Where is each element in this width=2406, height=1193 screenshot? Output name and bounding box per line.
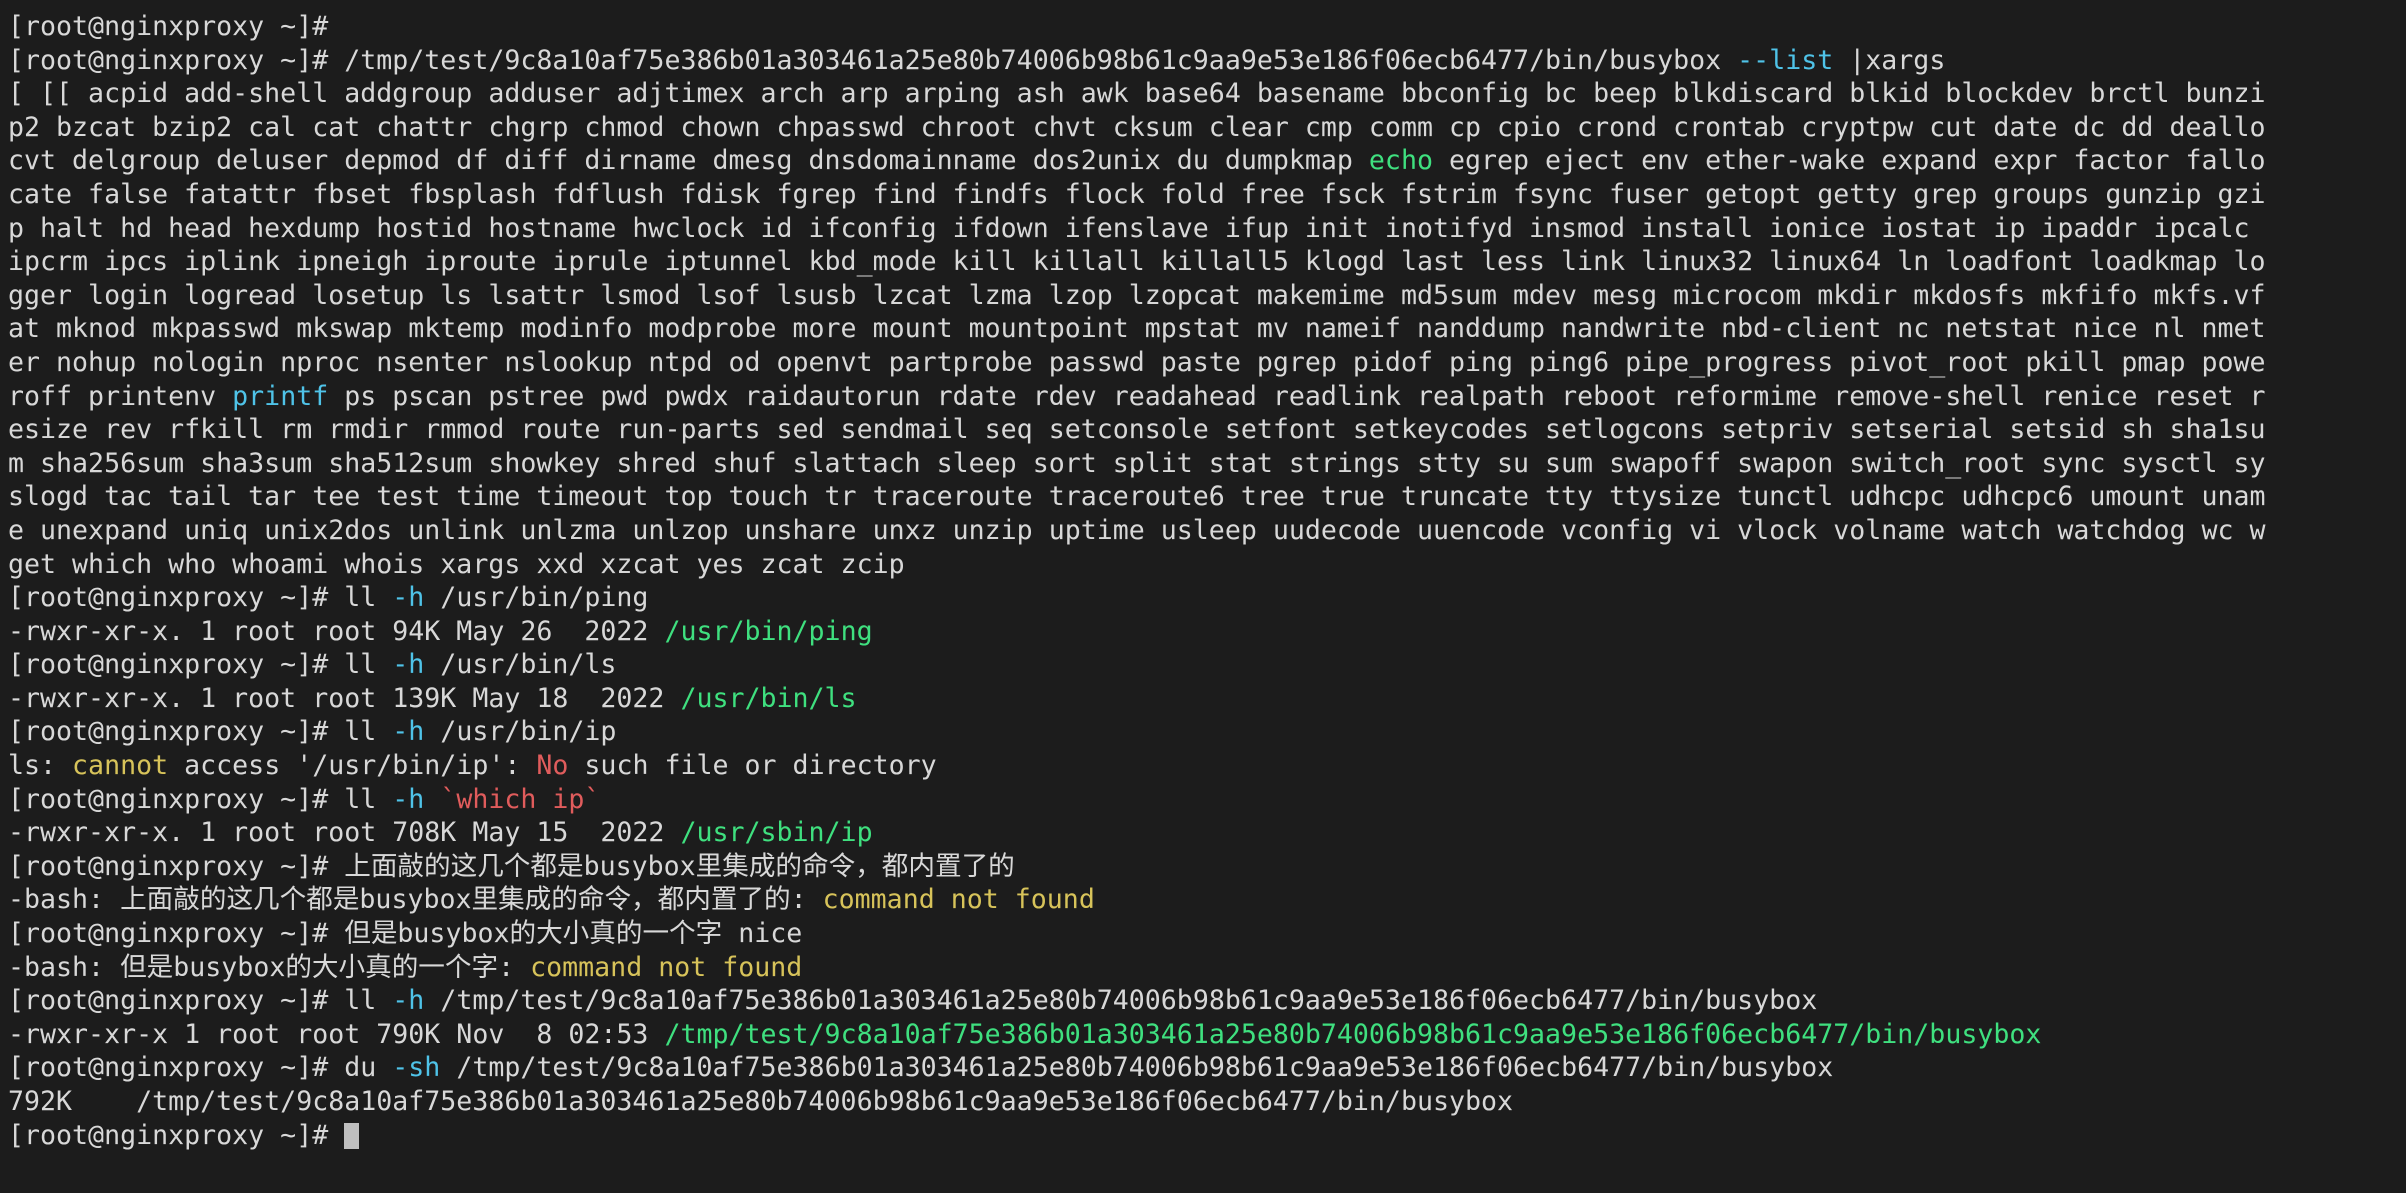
- line-23-ll-ip-error-seg-3: No: [536, 750, 569, 782]
- line-12-applets-j-seg-1: printf: [232, 380, 329, 412]
- line-30-ll-busybox-cmd-seg-0: [root@nginxproxy ~]# ll: [8, 985, 393, 1017]
- line-08-applets-f-seg-0: ipcrm ipcs iplink ipneigh iproute iprule…: [8, 246, 2266, 278]
- line-25-which-ip-out-seg-1: /usr/sbin/ip: [680, 817, 873, 849]
- line-05-applets-c-seg-2: egrep eject env ether-wake expand expr f…: [1432, 145, 2266, 177]
- line-32-du-busybox-cmd-seg-1: -sh: [392, 1052, 441, 1084]
- line-19-ll-ping-out-seg-1: /usr/bin/ping: [664, 615, 873, 647]
- line-18-ll-ping-cmd-seg-0: [root@nginxproxy ~]# ll: [8, 582, 393, 614]
- terminal-screen[interactable]: [root@nginxproxy ~]# [root@nginxproxy ~]…: [0, 0, 2406, 1193]
- line-18-ll-ping-cmd-seg-2: /usr/bin/ping: [424, 582, 649, 614]
- line-05-applets-c-seg-0: cvt delgroup deluser depmod df diff dirn…: [8, 145, 1369, 177]
- line-06-applets-d-seg-0: cate false fatattr fbset fbsplash fdflus…: [8, 178, 2266, 210]
- line-29-cn-note-2-err-seg-1: command not found: [530, 951, 803, 983]
- line-21-ll-ls-out-seg-1: /usr/bin/ls: [680, 682, 857, 714]
- line-24-ll-which-ip-cmd-seg-3: `which ip`: [440, 783, 601, 815]
- line-10-applets-h-seg-0: at mknod mkpasswd mkswap mktemp modinfo …: [8, 313, 2266, 345]
- line-02-busybox-list-cmd-seg-0: [root@nginxproxy ~]# /tmp/test/9c8a10af7…: [8, 44, 1738, 76]
- line-23-ll-ip-error: ls: cannot access '/usr/bin/ip': No such…: [8, 749, 2406, 783]
- line-06-applets-d: cate false fatattr fbset fbsplash fdflus…: [8, 178, 2406, 212]
- line-31-ll-busybox-out-seg-1: /tmp/test/9c8a10af75e386b01a303461a25e80…: [664, 1018, 2042, 1050]
- line-25-which-ip-out-seg-0: -rwxr-xr-x. 1 root root 708K May 15 2022: [8, 817, 681, 849]
- line-23-ll-ip-error-seg-1: cannot: [72, 750, 169, 782]
- line-24-ll-which-ip-cmd-seg-0: [root@nginxproxy ~]# ll: [8, 783, 393, 815]
- line-15-applets-m: slogd tac tail tar tee test time timeout…: [8, 480, 2406, 514]
- line-18-ll-ping-cmd-seg-1: -h: [392, 582, 425, 614]
- line-19-ll-ping-out-seg-0: -rwxr-xr-x. 1 root root 94K May 26 2022: [8, 615, 665, 647]
- line-12-applets-j-seg-0: roff printenv: [8, 380, 233, 412]
- line-27-cn-note-1-err-seg-0: -bash: 上面敲的这几个都是busybox里集成的命令，都内置了的:: [8, 884, 823, 916]
- line-13-applets-k: esize rev rfkill rm rmdir rmmod route ru…: [8, 413, 2406, 447]
- line-30-ll-busybox-cmd-seg-2: /tmp/test/9c8a10af75e386b01a303461a25e80…: [424, 985, 1818, 1017]
- line-23-ll-ip-error-seg-2: access '/usr/bin/ip':: [168, 750, 537, 782]
- line-09-applets-g-seg-0: gger login logread losetup ls lsattr lsm…: [8, 279, 2266, 311]
- line-29-cn-note-2-err: -bash: 但是busybox的大小真的一个字: command not fo…: [8, 951, 2406, 985]
- line-27-cn-note-1-err-seg-1: command not found: [822, 884, 1095, 916]
- line-02-busybox-list-cmd-seg-2: |xargs: [1833, 44, 1946, 76]
- line-17-applets-o: get which who whoami whois xargs xxd xzc…: [8, 548, 2406, 582]
- line-02-busybox-list-cmd-seg-1: --list: [1737, 44, 1834, 76]
- line-33-du-busybox-out: 792K /tmp/test/9c8a10af75e386b01a303461a…: [8, 1085, 2406, 1119]
- line-07-applets-e: p halt hd head hexdump hostid hostname h…: [8, 212, 2406, 246]
- line-30-ll-busybox-cmd: [root@nginxproxy ~]# ll -h /tmp/test/9c8…: [8, 984, 2406, 1018]
- line-09-applets-g: gger login logread losetup ls lsattr lsm…: [8, 279, 2406, 313]
- line-27-cn-note-1-err: -bash: 上面敲的这几个都是busybox里集成的命令，都内置了的: com…: [8, 883, 2406, 917]
- line-24-ll-which-ip-cmd-seg-1: -h: [392, 783, 425, 815]
- line-23-ll-ip-error-seg-4: such file or directory: [568, 750, 937, 782]
- line-26-cn-note-1-cmd: [root@nginxproxy ~]# 上面敲的这几个都是busybox里集成…: [8, 850, 2406, 884]
- line-19-ll-ping-out: -rwxr-xr-x. 1 root root 94K May 26 2022 …: [8, 615, 2406, 649]
- line-17-applets-o-seg-0: get which who whoami whois xargs xxd xzc…: [8, 548, 905, 580]
- line-20-ll-ls-cmd-seg-1: -h: [392, 649, 425, 681]
- line-22-ll-ip-cmd-seg-2: /usr/bin/ip: [424, 716, 617, 748]
- line-12-applets-j-seg-2: ps pscan pstree pwd pwdx raidautorun rda…: [328, 380, 2266, 412]
- line-03-applets-a: [ [[ acpid add-shell addgroup adduser ad…: [8, 77, 2406, 111]
- line-26-cn-note-1-cmd-seg-0: [root@nginxproxy ~]# 上面敲的这几个都是busybox里集成…: [8, 850, 1015, 882]
- line-10-applets-h: at mknod mkpasswd mkswap mktemp modinfo …: [8, 312, 2406, 346]
- line-33-du-busybox-out-seg-0: 792K /tmp/test/9c8a10af75e386b01a303461a…: [8, 1086, 1514, 1117]
- line-24-ll-which-ip-cmd-seg-2: [424, 784, 440, 815]
- line-22-ll-ip-cmd-seg-1: -h: [392, 716, 425, 748]
- line-04-applets-b-seg-0: p2 bzcat bzip2 cal cat chattr chgrp chmo…: [8, 111, 2266, 143]
- line-07-applets-e-seg-0: p halt hd head hexdump hostid hostname h…: [8, 212, 2250, 244]
- line-05-applets-c: cvt delgroup deluser depmod df diff dirn…: [8, 144, 2406, 178]
- line-22-ll-ip-cmd-seg-0: [root@nginxproxy ~]# ll: [8, 716, 393, 748]
- line-14-applets-l-seg-0: m sha256sum sha3sum sha512sum showkey sh…: [8, 447, 2266, 479]
- line-28-cn-note-2-cmd: [root@nginxproxy ~]# 但是busybox的大小真的一个字 n…: [8, 917, 2406, 951]
- line-32-du-busybox-cmd-seg-0: [root@nginxproxy ~]# du: [8, 1052, 393, 1084]
- line-02-busybox-list-cmd: [root@nginxproxy ~]# /tmp/test/9c8a10af7…: [8, 44, 2406, 78]
- line-11-applets-i: er nohup nologin nproc nsenter nslookup …: [8, 346, 2406, 380]
- line-05-applets-c-seg-1: echo: [1368, 145, 1433, 177]
- line-20-ll-ls-cmd-seg-0: [root@nginxproxy ~]# ll: [8, 649, 393, 681]
- line-23-ll-ip-error-seg-0: ls:: [8, 750, 73, 782]
- line-01-prompt-empty: [root@nginxproxy ~]#: [8, 10, 2406, 44]
- line-14-applets-l: m sha256sum sha3sum sha512sum showkey sh…: [8, 447, 2406, 481]
- line-20-ll-ls-cmd-seg-2: /usr/bin/ls: [424, 649, 617, 681]
- line-20-ll-ls-cmd: [root@nginxproxy ~]# ll -h /usr/bin/ls: [8, 648, 2406, 682]
- line-32-du-busybox-cmd: [root@nginxproxy ~]# du -sh /tmp/test/9c…: [8, 1051, 2406, 1085]
- line-34-final-prompt: [root@nginxproxy ~]#: [8, 1119, 2406, 1153]
- line-32-du-busybox-cmd-seg-2: /tmp/test/9c8a10af75e386b01a303461a25e80…: [440, 1052, 1834, 1084]
- text-cursor: [344, 1122, 360, 1149]
- line-21-ll-ls-out-seg-0: -rwxr-xr-x. 1 root root 139K May 18 2022: [8, 682, 681, 714]
- line-01-prompt-empty-seg-0: [root@nginxproxy ~]#: [8, 11, 345, 42]
- line-04-applets-b: p2 bzcat bzip2 cal cat chattr chgrp chmo…: [8, 111, 2406, 145]
- line-18-ll-ping-cmd: [root@nginxproxy ~]# ll -h /usr/bin/ping: [8, 581, 2406, 615]
- line-16-applets-n-seg-0: e unexpand uniq unix2dos unlink unlzma u…: [8, 514, 2266, 546]
- line-15-applets-m-seg-0: slogd tac tail tar tee test time timeout…: [8, 481, 2266, 513]
- line-12-applets-j: roff printenv printf ps pscan pstree pwd…: [8, 380, 2406, 414]
- line-22-ll-ip-cmd: [root@nginxproxy ~]# ll -h /usr/bin/ip: [8, 715, 2406, 749]
- line-31-ll-busybox-out-seg-0: -rwxr-xr-x 1 root root 790K Nov 8 02:53: [8, 1018, 665, 1050]
- line-08-applets-f: ipcrm ipcs iplink ipneigh iproute iprule…: [8, 245, 2406, 279]
- line-21-ll-ls-out: -rwxr-xr-x. 1 root root 139K May 18 2022…: [8, 682, 2406, 716]
- line-24-ll-which-ip-cmd: [root@nginxproxy ~]# ll -h `which ip`: [8, 783, 2406, 817]
- line-34-final-prompt-seg-0: [root@nginxproxy ~]#: [8, 1119, 345, 1151]
- line-03-applets-a-seg-0: [ [[ acpid add-shell addgroup adduser ad…: [8, 78, 2266, 110]
- line-16-applets-n: e unexpand uniq unix2dos unlink unlzma u…: [8, 514, 2406, 548]
- line-30-ll-busybox-cmd-seg-1: -h: [392, 985, 425, 1017]
- line-13-applets-k-seg-0: esize rev rfkill rm rmdir rmmod route ru…: [8, 414, 2266, 446]
- line-11-applets-i-seg-0: er nohup nologin nproc nsenter nslookup …: [8, 346, 2266, 378]
- line-29-cn-note-2-err-seg-0: -bash: 但是busybox的大小真的一个字:: [8, 951, 531, 983]
- line-31-ll-busybox-out: -rwxr-xr-x 1 root root 790K Nov 8 02:53 …: [8, 1018, 2406, 1052]
- line-25-which-ip-out: -rwxr-xr-x. 1 root root 708K May 15 2022…: [8, 816, 2406, 850]
- line-28-cn-note-2-cmd-seg-0: [root@nginxproxy ~]# 但是busybox的大小真的一个字 n…: [8, 918, 803, 950]
